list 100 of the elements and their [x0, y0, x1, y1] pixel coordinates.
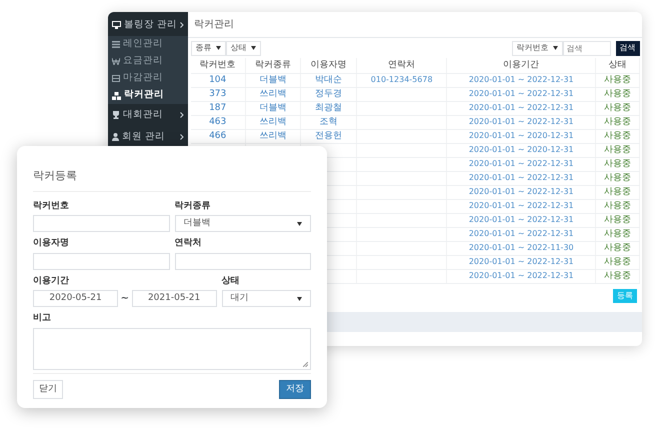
status-text: 사용중: [604, 243, 631, 253]
column-header: 상태: [596, 58, 639, 73]
archive-icon: [112, 75, 120, 82]
usage-period[interactable]: 2020-01-01 ~ 2022-12-31: [468, 201, 574, 210]
status-text: 사용중: [604, 187, 631, 197]
field-label: 상태: [222, 274, 241, 288]
status-text: 사용중: [604, 103, 631, 113]
user-name[interactable]: 정두경: [315, 89, 342, 99]
dialog-title: 락커등록: [33, 146, 311, 192]
monitor-icon: [112, 21, 121, 29]
date-field[interactable]: 2021-05-21: [132, 290, 217, 307]
usage-period[interactable]: 2020-01-01 ~ 2022-12-31: [468, 75, 574, 84]
caret-icon: [296, 296, 302, 300]
field-label: 락커종류: [174, 200, 212, 212]
usage-period[interactable]: 2020-01-01 ~ 2020-12-31: [468, 145, 574, 154]
sidebar-item[interactable]: 락커관리: [108, 87, 188, 104]
add-button[interactable]: 등록: [613, 288, 637, 302]
field-label: 락커번호: [33, 200, 70, 212]
usage-period[interactable]: 2020-01-01 ~ 2022-12-31: [468, 229, 574, 238]
locker-number[interactable]: 373: [209, 89, 226, 99]
status-text: 사용중: [604, 229, 631, 239]
locker-type[interactable]: 쓰리백: [260, 117, 287, 127]
caret-icon: [216, 46, 220, 50]
locker-number[interactable]: 466: [209, 131, 226, 141]
cubes-icon: [112, 92, 121, 100]
field-label: 연락처: [174, 237, 202, 250]
save-button[interactable]: 저장: [279, 380, 311, 399]
page-title: 락커관리: [188, 12, 642, 38]
sidebar-item[interactable]: 회원 관리: [108, 126, 188, 148]
locker-type[interactable]: 쓰리백: [260, 89, 287, 99]
status-text: 사용중: [604, 89, 631, 99]
user-name[interactable]: 전용헌: [315, 131, 342, 141]
caret-icon: [552, 46, 558, 50]
chevron-icon: [180, 134, 184, 140]
field-label: 이용자명: [33, 237, 70, 250]
field-label: 비고: [33, 312, 52, 325]
sidebar-item[interactable]: 볼링장 관리: [108, 14, 188, 36]
usage-period[interactable]: 2020-01-01 ~ 2022-12-31: [468, 159, 574, 168]
list-icon: [112, 41, 120, 48]
usage-period[interactable]: 2020-01-01 ~ 2022-11-30: [468, 243, 574, 252]
chevron-icon: [180, 112, 184, 118]
trophy-icon: [112, 111, 120, 119]
locker-type[interactable]: 쓰리백: [260, 131, 287, 141]
input-field[interactable]: [33, 215, 170, 232]
locker-number[interactable]: 187: [209, 103, 226, 113]
select-field[interactable]: 더블백: [174, 215, 311, 232]
status-text: 사용중: [604, 159, 631, 169]
status-text: 사용중: [604, 215, 631, 225]
status-text: 사용중: [604, 173, 631, 183]
locker-number[interactable]: 104: [209, 75, 226, 85]
sidebar-item[interactable]: 대회관리: [108, 104, 188, 126]
user-name[interactable]: 박대순: [315, 75, 342, 85]
close-button[interactable]: 닫기: [33, 380, 63, 399]
usage-period[interactable]: 2020-01-01 ~ 2022-12-31: [468, 173, 574, 182]
usage-period[interactable]: 2020-01-01 ~ 2022-12-31: [468, 271, 574, 280]
column-header: 락커종류: [245, 58, 301, 73]
usage-period[interactable]: 2020-01-01 ~ 2022-12-31: [468, 89, 574, 98]
locker-type[interactable]: 더블백: [260, 103, 287, 113]
usage-period[interactable]: 2020-01-01 ~ 2022-12-31: [468, 187, 574, 196]
usage-period[interactable]: 2020-01-01 ~ 2022-12-31: [468, 103, 574, 112]
status-text: 사용중: [604, 145, 631, 155]
search-button[interactable]: 검색: [616, 40, 640, 56]
phone-number[interactable]: 010-1234-5678: [370, 75, 433, 84]
input-field[interactable]: [174, 252, 311, 270]
search-type-select[interactable]: 락커번호: [512, 40, 562, 56]
range-separator: ~: [120, 292, 130, 306]
status-text: 사용중: [604, 75, 631, 85]
select-field[interactable]: 대기: [222, 290, 311, 307]
chevron-icon: [180, 22, 184, 28]
usage-period[interactable]: 2020-01-01 ~ 2020-12-31: [468, 131, 574, 140]
column-header: 락커번호: [190, 58, 246, 73]
user-name[interactable]: 조혁: [320, 117, 338, 127]
won-icon: [112, 58, 120, 65]
input-field[interactable]: [33, 252, 170, 270]
locker-type[interactable]: 더블백: [260, 75, 287, 85]
column-header: 연락처: [356, 58, 447, 73]
field-label: 이용기간: [33, 274, 70, 288]
sidebar-item[interactable]: 마감관리: [108, 70, 188, 87]
caret-icon: [297, 222, 302, 226]
filter-select[interactable]: 종류: [190, 40, 226, 56]
caret-icon: [250, 46, 256, 50]
search-field[interactable]: 검색: [562, 40, 610, 56]
usage-period[interactable]: 2020-01-01 ~ 2022-12-31: [468, 215, 574, 224]
column-header: 이용자명: [300, 58, 356, 73]
usage-period[interactable]: 2020-01-01 ~ 2022-12-31: [468, 117, 574, 126]
sidebar-item[interactable]: 요금관리: [108, 53, 188, 70]
user-icon: [112, 133, 119, 141]
filter-select[interactable]: 상태: [226, 40, 260, 56]
usage-period[interactable]: 2020-01-01 ~ 2022-12-31: [468, 257, 574, 266]
status-text: 사용중: [604, 271, 631, 281]
user-name[interactable]: 최광철: [315, 103, 342, 113]
status-text: 사용중: [604, 257, 631, 267]
status-text: 사용중: [604, 201, 631, 211]
status-text: 사용중: [604, 117, 631, 127]
column-header: 이용기간: [446, 58, 596, 73]
locker-number[interactable]: 463: [209, 117, 226, 127]
status-text: 사용중: [604, 131, 631, 141]
textarea-field[interactable]: [33, 328, 311, 370]
date-field[interactable]: 2020-05-21: [33, 290, 118, 307]
sidebar-item[interactable]: 레인관리: [108, 36, 188, 53]
